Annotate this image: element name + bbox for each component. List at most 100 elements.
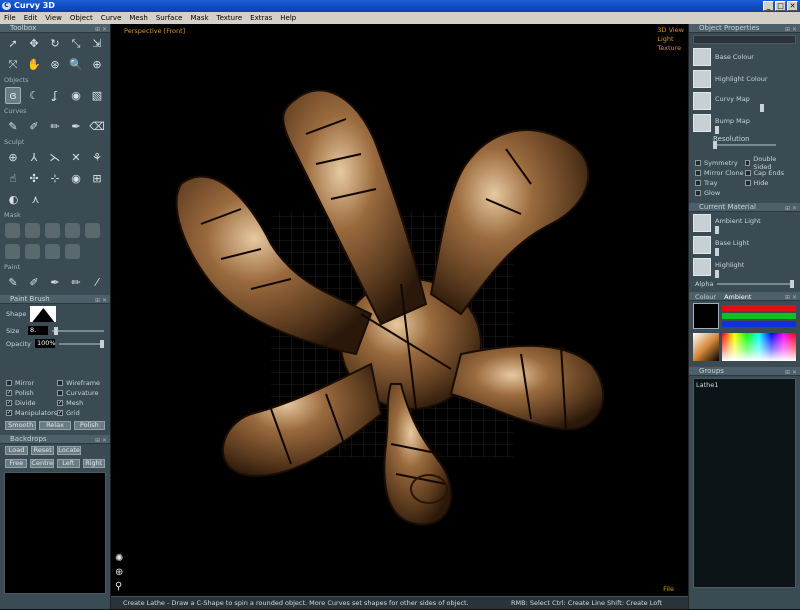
inflate-icon[interactable]: ⊹ <box>47 170 63 187</box>
pinch-icon[interactable]: ✕ <box>68 149 84 166</box>
menu-object[interactable]: Object <box>66 14 97 22</box>
paint-smudge-icon[interactable]: ⁄ <box>89 274 105 291</box>
lathe-icon[interactable]: ɞ <box>5 87 22 104</box>
glow-check[interactable]: Glow <box>695 188 745 197</box>
mask-tool-6[interactable] <box>5 244 20 259</box>
menu-curve[interactable]: Curve <box>97 14 126 22</box>
right-button[interactable]: Right <box>82 459 105 468</box>
smooth-button[interactable]: Smooth <box>5 421 37 430</box>
menu-mask[interactable]: Mask <box>186 14 212 22</box>
menu-texture[interactable]: Texture <box>213 14 247 22</box>
pan-hand-icon[interactable]: ✋ <box>26 56 42 73</box>
opacity-field[interactable]: 100% <box>35 339 56 348</box>
pin-icon[interactable]: ⊞ ✕ <box>95 296 107 305</box>
pin-icon[interactable]: ⊞ ✕ <box>95 436 107 445</box>
brush-shape-preview[interactable] <box>30 306 57 322</box>
scale-icon[interactable]: ⤡ <box>68 35 84 52</box>
minimize-button[interactable]: _ <box>763 1 774 11</box>
crosshair-icon[interactable]: ⊕ <box>5 149 21 166</box>
free-button[interactable]: Free <box>5 459 28 468</box>
transform-icon[interactable]: ⤧ <box>5 56 21 73</box>
rotate-icon[interactable]: ↻ <box>47 35 63 52</box>
centre-button[interactable]: Centre <box>30 459 55 468</box>
pin-icon[interactable]: ⊞ ✕ <box>785 368 797 377</box>
list-item[interactable]: Lathe1 <box>696 381 793 389</box>
mirror-check[interactable]: Mirror <box>6 378 57 387</box>
red-slider[interactable] <box>722 305 796 311</box>
current-colour-box[interactable] <box>693 303 719 329</box>
twist-icon[interactable]: ⚘ <box>89 149 105 166</box>
viewport-file-label[interactable]: File <box>663 585 674 593</box>
mask-tool-3[interactable] <box>45 223 60 238</box>
sheet-icon[interactable]: ▧ <box>89 87 105 104</box>
menu-extras[interactable]: Extras <box>246 14 276 22</box>
menu-mesh[interactable]: Mesh <box>125 14 151 22</box>
zoom-nav-icon[interactable]: ⚲ <box>115 581 123 592</box>
mask-tool-2[interactable] <box>25 223 40 238</box>
tab-colour[interactable]: Colour <box>695 293 716 302</box>
opacity-slider[interactable] <box>59 339 104 348</box>
pan-nav-icon[interactable]: ⊕ <box>115 567 123 578</box>
grid-check[interactable]: ✓ Grid <box>57 408 104 417</box>
base-light-swatch[interactable] <box>693 236 711 254</box>
mask-tool-9[interactable] <box>65 244 80 259</box>
hide-check[interactable]: Hide <box>744 178 795 187</box>
paint-brush-icon[interactable]: ✎ <box>5 274 21 291</box>
tab-ambient[interactable]: Ambient <box>724 293 751 302</box>
base-colour-swatch[interactable] <box>693 48 711 66</box>
relax-button[interactable]: Relax <box>39 421 71 430</box>
pen-icon[interactable]: ✎ <box>5 118 21 135</box>
push-icon[interactable]: ⅄ <box>26 149 42 166</box>
resolution-slider[interactable] <box>713 141 776 149</box>
sphere-icon[interactable]: ◉ <box>68 87 84 104</box>
mask-tool-4[interactable] <box>65 223 80 238</box>
symmetry-check[interactable]: Symmetry <box>695 158 745 167</box>
orbit-nav-icon[interactable]: ✺ <box>115 553 123 564</box>
maximize-button[interactable]: □ <box>775 1 786 11</box>
menu-edit[interactable]: Edit <box>20 14 42 22</box>
pin-icon[interactable]: ⊞ ✕ <box>785 204 797 213</box>
move-icon[interactable]: ✥ <box>26 35 42 52</box>
spread-icon[interactable]: ✣ <box>26 170 42 187</box>
texture-option[interactable]: Texture <box>657 44 684 53</box>
paint-fill-icon[interactable]: ✏ <box>68 274 84 291</box>
select-arrow-icon[interactable]: ➚ <box>5 35 21 52</box>
blue-slider[interactable] <box>722 321 796 327</box>
ambient-light-swatch[interactable] <box>693 214 711 232</box>
pen-smooth-icon[interactable]: ✒ <box>68 118 84 135</box>
mask-tool-8[interactable] <box>45 244 60 259</box>
polish-check[interactable]: ✓ Polish <box>6 388 57 397</box>
flatten-icon[interactable]: ⊞ <box>89 170 105 187</box>
light-option[interactable]: Light <box>657 35 684 44</box>
zoom-icon[interactable]: 🔍 <box>68 56 84 73</box>
brush-icon[interactable]: ◐ <box>5 191 22 208</box>
menu-file[interactable]: File <box>0 14 20 22</box>
clay-icon[interactable]: ☝ <box>5 170 21 187</box>
pen-erase-icon[interactable]: ⌫ <box>89 118 105 135</box>
curvy-map-swatch[interactable] <box>693 92 711 110</box>
mask-tool-1[interactable] <box>5 223 20 238</box>
pin-icon[interactable]: ⊞ ✕ <box>785 25 797 34</box>
menu-surface[interactable]: Surface <box>152 14 187 22</box>
size-field[interactable]: 8. <box>28 326 48 335</box>
pen-add-icon[interactable]: ✐ <box>26 118 42 135</box>
bend-icon[interactable]: ☾ <box>26 87 42 104</box>
mask-tool-5[interactable] <box>85 223 100 238</box>
fold-icon[interactable]: ⋏ <box>27 191 44 208</box>
curvature-check[interactable]: Curvature <box>57 388 104 397</box>
tube-icon[interactable]: ʆ <box>47 87 63 104</box>
cap-ends-check[interactable]: Cap Ends <box>744 168 795 177</box>
3d-view-option[interactable]: 3D View <box>657 26 684 35</box>
reset-button[interactable]: Reset <box>31 446 55 455</box>
manipulators-check[interactable]: ✓ Manipulators <box>6 408 57 417</box>
bump-map-swatch[interactable] <box>693 114 711 132</box>
colour-spectrum[interactable] <box>722 333 796 361</box>
orbit-icon[interactable]: ⊛ <box>47 56 63 73</box>
highlight-swatch[interactable] <box>693 258 711 276</box>
object-name-field[interactable] <box>693 35 796 44</box>
smooth-sculpt-icon[interactable]: ◉ <box>68 170 84 187</box>
menu-view[interactable]: View <box>41 14 66 22</box>
left-button[interactable]: Left <box>57 459 80 468</box>
load-button[interactable]: Load <box>5 446 29 455</box>
mesh-check[interactable]: ✓ Mesh <box>57 398 104 407</box>
